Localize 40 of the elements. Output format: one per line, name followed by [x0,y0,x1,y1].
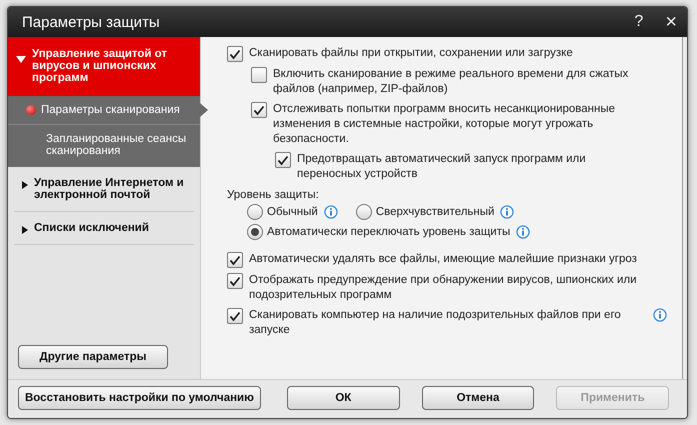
other-settings-button[interactable]: Другие параметры [18,345,168,369]
checkbox[interactable] [275,152,291,168]
option-label: Отслеживать попытки программ вносить несанкционированные изменения в системные настройки, которые могут угрожать безопасности. [273,102,616,147]
footer-button[interactable]: Восстановить настройки по умолчанию [18,386,261,410]
close-button[interactable]: × [665,10,677,34]
info-icon[interactable] [653,308,667,322]
option-label: Сканировать компьютер на наличие подозрительных файлов при его запуске [249,308,622,338]
checkbox[interactable] [227,308,243,324]
option-label: Отображать предупреждение при обнаружении вирусов, шпионских или подозрительных программ [249,273,638,303]
option-label: Сверхчувствительный [376,204,494,220]
radio-button[interactable] [247,224,263,240]
checkbox[interactable] [251,102,267,118]
option-label: Сканировать файлы при открытии, сохранении или загрузке [249,46,573,61]
footer-button[interactable]: Отмена [422,386,534,410]
triangle-icon [16,56,26,63]
sidebar-item[interactable]: Запланированные сеансы сканирования [8,125,200,167]
checkbox[interactable] [227,252,243,268]
info-icon[interactable] [516,225,530,239]
triangle-icon [22,181,28,189]
checkbox[interactable] [251,67,267,83]
triangle-icon [22,226,28,234]
help-button[interactable]: ? [634,13,644,31]
info-icon[interactable] [500,205,514,219]
info-icon[interactable] [324,205,338,219]
sidebar-section[interactable]: Списки исключений [14,212,194,245]
radio-button[interactable] [247,204,263,220]
radio-button[interactable] [356,204,372,220]
footer-button[interactable]: ОК [286,386,400,410]
window-title: Параметры защиты [22,14,161,30]
group-label: Уровень защиты: [227,189,320,201]
checkbox[interactable] [227,46,243,62]
checkbox[interactable] [227,273,243,289]
option-label: Автоматически удалять все файлы, имеющие малейшие признаки угроз [249,252,637,267]
option-label: Предотвращать автоматический запуск программ или переносных устройств [297,152,587,182]
sidebar-section[interactable]: Управление Интернетом и электронной почтой [14,167,194,212]
sidebar-section[interactable]: Управление защитой от вирусов и шпионских программ [8,37,200,96]
option-label: Автоматически переключать уровень защиты [267,224,510,240]
option-label: Включить сканирование в режиме реального времени для сжатых файлов (например, ZIP-файлов) [273,67,630,97]
dot-icon [26,105,36,115]
option-label: Обычный [267,204,318,220]
